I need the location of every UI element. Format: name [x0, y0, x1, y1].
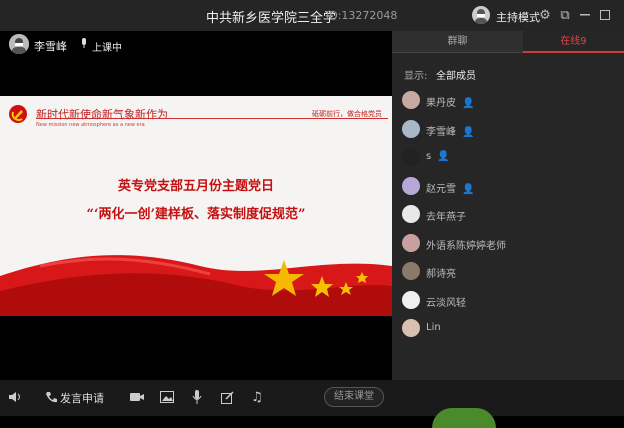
microphone-toggle-icon[interactable]: [188, 388, 206, 406]
member-item[interactable]: Lin: [402, 319, 622, 339]
apply-speak-button[interactable]: 发言申请: [60, 390, 104, 406]
member-item[interactable]: 云淡风轻: [402, 290, 622, 311]
member-name: 赵元雪 👤: [426, 183, 475, 195]
member-name: 云淡风轻: [426, 297, 466, 309]
edit-icon[interactable]: [218, 388, 236, 406]
member-avatar: [402, 176, 420, 195]
host-mode-label[interactable]: 主持模式: [496, 9, 540, 25]
microphone-icon: [80, 38, 88, 52]
member-item[interactable]: 郝诗亮: [402, 262, 622, 282]
host-role-icon: 👤: [462, 183, 475, 195]
image-icon[interactable]: [158, 388, 176, 406]
room-id: ID:13272048: [326, 9, 398, 22]
member-avatar: [402, 119, 420, 138]
member-avatar: [402, 205, 420, 223]
red-flag-decoration: [0, 255, 392, 316]
slide-motto: 砥砺前行，做合格党员: [312, 110, 382, 118]
member-name: 郝诗亮: [426, 269, 456, 280]
maximize-icon[interactable]: [597, 7, 613, 23]
member-avatar: [402, 233, 420, 252]
presenter-name: 李雪峰: [34, 40, 67, 53]
slide-title-line1: 英专党支部五月份主题党日: [117, 179, 274, 194]
member-name: s 👤: [426, 151, 450, 162]
filter-label: 显示:: [404, 71, 428, 82]
member-name: Lin: [426, 322, 441, 333]
member-avatar: [402, 91, 420, 109]
user-avatar: [9, 34, 29, 54]
host-role-icon: 👤: [462, 126, 475, 138]
panel-footer: [392, 380, 624, 416]
filter-select[interactable]: 全部成员: [436, 67, 476, 82]
slide-title-line2: “‘两化一创’建样板、落实制度促规范”: [86, 207, 306, 222]
host-role-icon: 👤: [437, 151, 450, 162]
member-avatar: [402, 319, 420, 337]
slide-headline: 新时代新使命新气象新作为: [36, 108, 168, 121]
minimize-icon[interactable]: [577, 7, 593, 23]
member-name: 外语系陈婷婷老师: [426, 240, 506, 252]
member-avatar: [402, 262, 420, 280]
member-item[interactable]: s 👤: [402, 148, 622, 168]
end-class-button[interactable]: 结束课堂: [324, 387, 384, 407]
tab-online[interactable]: 在线9: [523, 31, 624, 53]
settings-icon[interactable]: ⚙: [537, 7, 553, 23]
window-title: 中共新乡医学院三全学: [206, 11, 337, 26]
speaker-icon[interactable]: [6, 388, 24, 406]
decorative-plant: [432, 408, 496, 428]
slide-subheadline: New mission new atmosphere as a new era: [36, 122, 145, 128]
host-avatar[interactable]: [472, 6, 490, 24]
member-name: 果丹皮 👤: [426, 98, 475, 109]
member-item[interactable]: 去年燕子: [402, 205, 622, 225]
member-name: 去年燕子: [426, 212, 466, 223]
music-icon[interactable]: ♫: [248, 388, 266, 406]
tab-group-chat[interactable]: 群聊: [392, 31, 523, 53]
member-name: 李雪峰 👤: [426, 126, 475, 138]
member-avatar: [402, 290, 420, 309]
popout-icon[interactable]: ⧉: [557, 7, 573, 23]
class-status: 上课中: [92, 43, 122, 54]
teacher-role-icon: 👤: [462, 98, 475, 109]
member-item[interactable]: 外语系陈婷婷老师: [402, 233, 622, 254]
member-item[interactable]: 果丹皮 👤: [402, 91, 622, 111]
member-item[interactable]: 李雪峰 👤: [402, 119, 622, 140]
member-avatar: [402, 148, 420, 166]
camera-icon[interactable]: [128, 388, 146, 406]
party-emblem-icon: [9, 105, 27, 123]
presentation-slide: 新时代新使命新气象新作为 New mission new atmosphere …: [0, 96, 392, 316]
phone-icon[interactable]: [42, 388, 60, 406]
member-item[interactable]: 赵元雪 👤: [402, 176, 622, 197]
